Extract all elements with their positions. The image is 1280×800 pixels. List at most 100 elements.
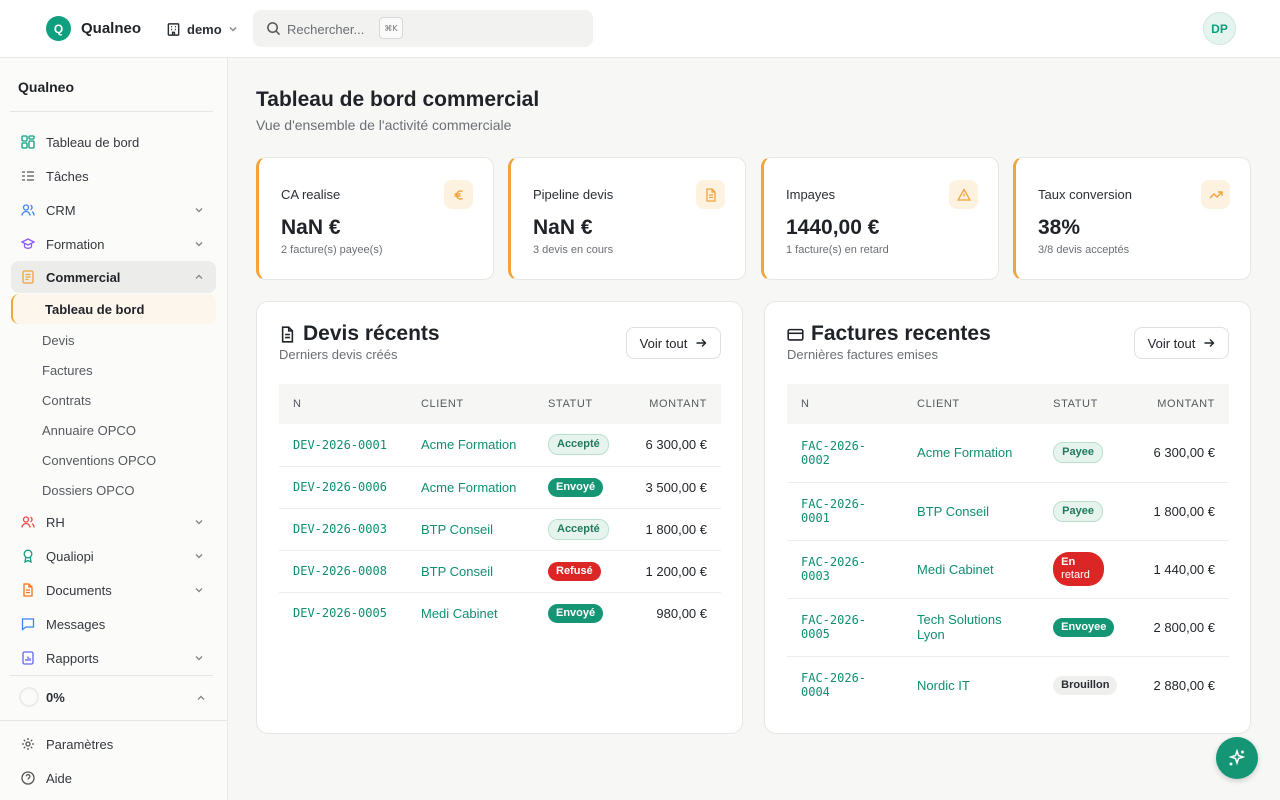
quote-number[interactable]: DEV-2026-0005 [279, 592, 407, 634]
status-badge: Payee [1053, 500, 1103, 522]
invoice-client[interactable]: Nordic IT [903, 656, 1039, 714]
status-badge: Accepté [548, 434, 609, 456]
sidebar-subitem-factures[interactable]: Factures [11, 355, 216, 385]
invoice-client[interactable]: Acme Formation [903, 424, 1040, 483]
table-row[interactable]: FAC-2026- 0005 Tech Solutions Lyon Envoyee… [787, 598, 1229, 657]
sidebar-title: Qualneo [18, 79, 75, 95]
sidebar-item-dashboard[interactable]: Tableau de bord [11, 126, 216, 158]
top-bar: Q Qualneo demo ⌘K DP [0, 0, 1280, 58]
sidebar-item-settings[interactable]: Paramètres [11, 728, 216, 760]
gear-icon [22, 738, 34, 750]
search-box[interactable]: ⌘K [253, 10, 593, 47]
invoice-amount: 6 300,00 € [1131, 424, 1229, 483]
invoice-client[interactable]: Medi Cabinet [903, 540, 1040, 599]
sidebar-item-qualiopi[interactable]: Qualiopi [11, 540, 216, 572]
people-icon [21, 516, 35, 528]
sidebar-subitem-contrats[interactable]: Contrats [11, 385, 216, 415]
quote-client[interactable]: Acme Formation [407, 424, 534, 467]
sidebar-item-crm[interactable]: CRM [11, 194, 216, 226]
table-row[interactable]: DEV-2026-0001 Acme Formation Accepté 6 3… [279, 424, 721, 467]
invoice-number[interactable]: FAC-2026- 0004 [787, 656, 903, 714]
table-header-row: N CLIENT STATUT MONTANT [279, 384, 721, 424]
quote-number[interactable]: DEV-2026-0008 [279, 550, 407, 593]
invoice-number[interactable]: FAC-2026- 0002 [787, 424, 904, 483]
chevron-down-icon [195, 554, 203, 559]
sidebar-subitem-commercial-dashboard[interactable]: Tableau de bord [11, 294, 216, 324]
quote-number[interactable]: DEV-2026-0006 [279, 466, 407, 509]
invoice-client[interactable]: Tech Solutions Lyon [903, 598, 1040, 657]
quote-client[interactable]: BTP Conseil [407, 508, 534, 551]
sidebar-subitem-devis[interactable]: Devis [11, 325, 216, 355]
sidebar-item-formation[interactable]: Formation [11, 228, 216, 260]
invoice-amount: 2 800,00 € [1131, 598, 1229, 657]
table-row[interactable]: DEV-2026-0008 BTP Conseil Refusé 1 200,0… [279, 550, 721, 593]
view-all-quotes-button[interactable]: Voir tout [626, 327, 721, 359]
quote-amount: 1 200,00 € [624, 550, 721, 593]
user-avatar[interactable]: DP [1203, 12, 1236, 45]
euro-icon [444, 180, 473, 209]
chevron-down-icon [195, 208, 203, 213]
sidebar-item-help[interactable]: Aide [11, 762, 216, 794]
search-icon [267, 22, 281, 36]
sidebar-subitem-dossiers-opco[interactable]: Dossiers OPCO [11, 475, 216, 505]
sidebar-subitem-conventions-opco[interactable]: Conventions OPCO [11, 445, 216, 475]
file-text-icon [281, 326, 294, 343]
chevron-down-icon [229, 27, 237, 32]
sidebar-item-documents[interactable]: Documents [11, 574, 216, 606]
message-icon [21, 618, 35, 631]
sidebar-item-messages[interactable]: Messages [11, 608, 216, 640]
table-row[interactable]: FAC-2026- 0004 Nordic IT Brouillon 2 880,… [787, 656, 1229, 714]
kpi-card-pipeline: Pipeline devis NaN € 3 devis en cours [508, 157, 746, 280]
status-badge: En retard [1053, 552, 1104, 586]
table-row[interactable]: FAC-2026- 0001 BTP Conseil Payee 1 800,00… [787, 482, 1229, 541]
table-row[interactable]: DEV-2026-0005 Medi Cabinet Envoyé 980,00… [279, 592, 721, 634]
search-input[interactable] [287, 19, 377, 39]
table-row[interactable]: DEV-2026-0006 Acme Formation Envoyé 3 50… [279, 466, 721, 509]
quote-amount: 1 800,00 € [624, 508, 721, 551]
quote-amount: 980,00 € [656, 605, 707, 621]
invoice-client[interactable]: BTP Conseil [903, 482, 1040, 541]
file-text-icon [696, 180, 725, 209]
invoice-number[interactable]: FAC-2026- 0003 [787, 540, 904, 599]
progress-ring [19, 687, 39, 707]
sidebar-item-commercial[interactable]: Commercial [11, 261, 216, 293]
quote-client[interactable]: Medi Cabinet [407, 592, 534, 634]
invoice-number[interactable]: FAC-2026- 0001 [787, 482, 904, 541]
file-icon [23, 583, 33, 597]
award-icon [23, 549, 33, 563]
quote-number[interactable]: DEV-2026-0003 [279, 508, 407, 551]
panel-title: Factures recentes [811, 322, 991, 345]
chevron-down-icon [195, 242, 203, 247]
sidebar-item-rapports[interactable]: Rapports [11, 642, 216, 674]
quote-client[interactable]: Acme Formation [407, 466, 534, 509]
invoice-number[interactable]: FAC-2026- 0005 [787, 598, 904, 657]
app-logo[interactable]: Q [46, 16, 71, 41]
table-row[interactable]: FAC-2026- 0003 Medi Cabinet En retard 1 44… [787, 540, 1229, 599]
sidebar-subitem-annuaire-opco[interactable]: Annuaire OPCO [11, 415, 216, 445]
quote-number[interactable]: DEV-2026-0001 [279, 424, 407, 467]
ai-assistant-button[interactable] [1216, 737, 1258, 779]
status-badge: Accepté [548, 518, 609, 540]
building-icon [167, 22, 180, 36]
sidebar-item-tasks[interactable]: Tâches [11, 160, 216, 192]
sidebar-item-rh[interactable]: RH [11, 506, 216, 538]
table-row[interactable]: FAC-2026- 0002 Acme Formation Payee 6 300… [787, 424, 1229, 483]
chevron-up-icon [197, 695, 205, 700]
chevron-down-icon [195, 588, 203, 593]
app-name[interactable]: Qualneo [81, 20, 141, 37]
sidebar-divider [10, 675, 213, 676]
arrow-right-icon [1204, 339, 1215, 347]
quote-amount: 6 300,00 € [624, 424, 721, 467]
help-icon [21, 771, 35, 785]
table-row[interactable]: DEV-2026-0003 BTP Conseil Accepté 1 800,… [279, 508, 721, 551]
onboarding-progress[interactable]: 0% [11, 682, 216, 714]
graduation-cap-icon [21, 238, 35, 249]
quotes-table: N CLIENT STATUT MONTANT DEV-2026-0001 Ac… [279, 384, 721, 634]
users-icon [21, 204, 35, 216]
invoice-amount: 1 800,00 € [1131, 482, 1229, 541]
status-badge: Refusé [548, 561, 601, 581]
quote-client[interactable]: BTP Conseil [407, 550, 534, 593]
status-badge: Envoyee [1053, 617, 1115, 637]
org-switcher[interactable]: demo [166, 18, 238, 40]
view-all-invoices-button[interactable]: Voir tout [1134, 327, 1229, 359]
